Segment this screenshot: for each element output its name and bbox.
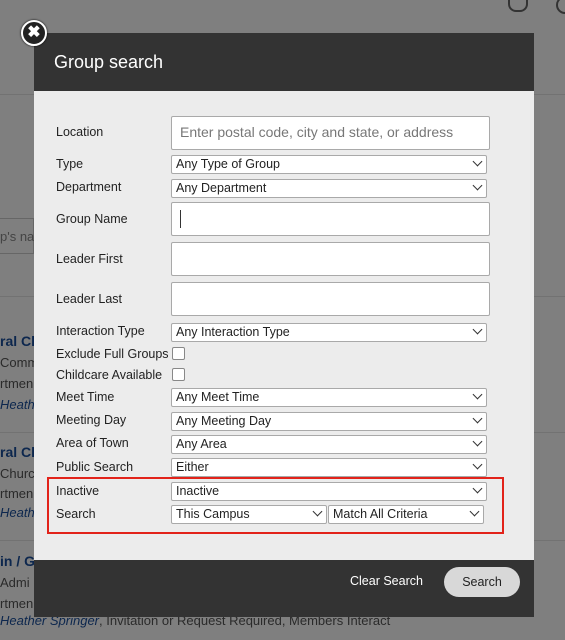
department-select-value: Any Department (176, 181, 267, 195)
public-search-select[interactable]: Either (171, 458, 487, 477)
exclude-full-groups-checkbox[interactable] (172, 347, 185, 360)
interaction-type-label: Interaction Type (56, 324, 145, 338)
chevron-down-icon (472, 413, 483, 424)
childcare-available-checkbox[interactable] (172, 368, 185, 381)
close-icon[interactable]: ✖ (21, 20, 47, 46)
meeting-day-label: Meeting Day (56, 413, 127, 427)
highlight-box (47, 477, 504, 534)
area-of-town-select-value: Any Area (176, 437, 227, 451)
public-search-label: Public Search (56, 460, 134, 474)
modal-title: Group search (54, 52, 164, 72)
area-of-town-label: Area of Town (56, 436, 129, 450)
meet-time-select[interactable]: Any Meet Time (171, 388, 487, 407)
type-label: Type (56, 157, 84, 171)
group-search-modal: Group search Location Enter postal code,… (34, 33, 534, 617)
chevron-down-icon (472, 436, 483, 447)
chevron-down-icon (472, 156, 483, 167)
location-placeholder: Enter postal code, city and state, or ad… (180, 124, 454, 140)
leader-first-label: Leader First (56, 252, 123, 266)
interaction-type-select-value: Any Interaction Type (176, 325, 290, 339)
public-search-select-value: Either (176, 460, 209, 474)
modal-header: Group search (34, 33, 534, 91)
clear-search-button[interactable]: Clear Search (350, 574, 423, 588)
childcare-available-label: Childcare Available (56, 368, 163, 382)
chevron-down-icon (472, 180, 483, 191)
meet-time-select-value: Any Meet Time (176, 390, 260, 404)
type-select-value: Any Type of Group (176, 157, 280, 171)
leader-last-input[interactable] (171, 282, 490, 316)
location-label: Location (56, 125, 104, 139)
meet-time-label: Meet Time (56, 390, 115, 404)
leader-first-input[interactable] (171, 242, 490, 276)
meeting-day-select-value: Any Meeting Day (176, 414, 272, 428)
location-input[interactable]: Enter postal code, city and state, or ad… (171, 116, 490, 150)
chevron-down-icon (472, 324, 483, 335)
chevron-down-icon (472, 389, 483, 400)
area-of-town-select[interactable]: Any Area (171, 435, 487, 454)
department-label: Department (56, 180, 122, 194)
type-select[interactable]: Any Type of Group (171, 155, 487, 174)
chevron-down-icon (472, 459, 483, 470)
exclude-full-groups-label: Exclude Full Groups (56, 347, 169, 361)
group-name-label: Group Name (56, 212, 128, 226)
group-name-input[interactable] (171, 202, 490, 236)
search-button[interactable]: Search (444, 567, 520, 597)
meeting-day-select[interactable]: Any Meeting Day (171, 412, 487, 431)
leader-last-label: Leader Last (56, 292, 123, 306)
text-cursor (180, 210, 181, 229)
interaction-type-select[interactable]: Any Interaction Type (171, 323, 487, 342)
department-select[interactable]: Any Department (171, 179, 487, 198)
